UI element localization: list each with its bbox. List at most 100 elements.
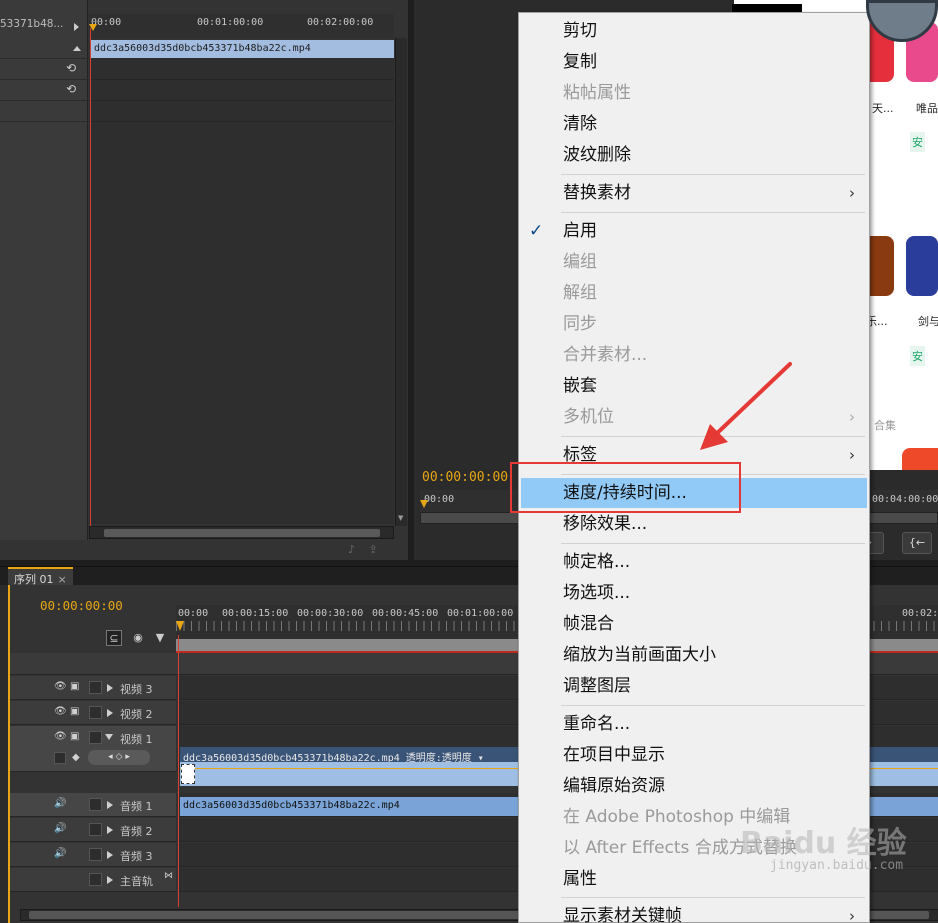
menu-item-label: 启用: [563, 221, 597, 241]
menu-item-label: 解组: [563, 283, 597, 303]
track-header-audio-2[interactable]: 🔊 音频 2: [10, 818, 176, 842]
menu-item-label: 波纹删除: [563, 145, 631, 165]
menu-separator: [561, 174, 865, 175]
eye-icon[interactable]: 👁: [54, 731, 67, 742]
tab-sequence-01[interactable]: 序列 01 ×: [8, 567, 73, 586]
lock-box[interactable]: [89, 731, 102, 744]
menu-item-label: 缩放为当前画面大小: [563, 645, 716, 665]
film-icon[interactable]: ▣: [70, 731, 79, 742]
lock-box[interactable]: [89, 798, 102, 811]
source-row: ⟲: [0, 59, 88, 80]
menu-separator: [561, 705, 865, 706]
menu-item-field-options[interactable]: 场选项...: [521, 578, 867, 608]
eye-icon[interactable]: 👁: [54, 706, 67, 717]
export-icon[interactable]: ⇪: [369, 543, 378, 556]
track-name: 视频 1: [120, 733, 153, 746]
menu-item-group: 编组: [521, 247, 867, 277]
track-name: 音频 3: [120, 850, 153, 863]
audio-note-icon[interactable]: ♪: [348, 543, 355, 556]
expand-arrow-icon[interactable]: [74, 23, 79, 31]
menu-item-enable[interactable]: ✓ 启用: [521, 216, 867, 246]
menu-separator: [561, 897, 865, 898]
expand-arrow-icon[interactable]: [107, 876, 113, 884]
lock-box[interactable]: [89, 873, 102, 886]
source-vertical-scrollbar[interactable]: ▼: [395, 38, 407, 526]
track-header-audio-1[interactable]: 🔊 音频 1: [10, 793, 176, 817]
mark-in-button[interactable]: {←: [902, 532, 932, 554]
menu-item-copy[interactable]: 复制: [521, 47, 867, 77]
menu-item-synchronize: 同步: [521, 309, 867, 339]
menu-item-reveal-in-project[interactable]: 在项目中显示: [521, 740, 867, 770]
film-icon[interactable]: ▣: [70, 706, 79, 717]
track-header-video-2[interactable]: 👁 ▣ 视频 2: [10, 701, 176, 725]
menu-item-ripple-delete[interactable]: 波纹删除: [521, 140, 867, 170]
reset-icon[interactable]: ⟲: [66, 82, 76, 96]
lock-box[interactable]: [89, 681, 102, 694]
menu-item-label: 编辑原始资源: [563, 776, 665, 796]
menu-item-show-clip-keyframes[interactable]: 显示素材关键帧 ›: [521, 901, 867, 923]
app-icon: [906, 236, 938, 296]
program-timecode[interactable]: 00:00:00:00: [422, 470, 508, 485]
speaker-icon[interactable]: 🔊: [54, 823, 66, 834]
keyframe-toggle-icon[interactable]: ◆: [72, 752, 80, 763]
reset-icon[interactable]: ⟲: [66, 61, 76, 75]
menu-item-cut[interactable]: 剪切: [521, 16, 867, 46]
menu-item-frame-hold[interactable]: 帧定格...: [521, 547, 867, 577]
menu-item-clear[interactable]: 清除: [521, 109, 867, 139]
expand-arrow-icon[interactable]: [107, 709, 113, 717]
expand-arrow-icon[interactable]: [107, 851, 113, 859]
submenu-arrow-icon: ›: [849, 184, 855, 202]
expand-arrow-icon[interactable]: [107, 801, 113, 809]
keyframe-nav[interactable]: ◂ ◇ ▸: [88, 750, 150, 765]
ruler-label: 00:00:30:00: [297, 608, 364, 619]
scroll-thumb[interactable]: [104, 529, 380, 537]
marker-icon[interactable]: ▼: [152, 630, 168, 646]
expand-arrow-icon[interactable]: [107, 826, 113, 834]
sequence-timecode[interactable]: 00:00:00:00: [40, 598, 123, 613]
track-header-master[interactable]: 主音轨 ⋈: [10, 868, 176, 892]
menu-item-frame-blend[interactable]: 帧混合: [521, 609, 867, 639]
app-label: 天...: [872, 102, 894, 115]
menu-item-label: 显示素材关键帧: [563, 906, 682, 923]
menu-item-rename[interactable]: 重命名...: [521, 709, 867, 739]
track-header-video-3[interactable]: 👁 ▣ 视频 3: [10, 676, 176, 700]
menu-item-edit-original[interactable]: 编辑原始资源: [521, 771, 867, 801]
display-style-icon[interactable]: [54, 752, 66, 764]
scroll-down-icon[interactable]: ▼: [398, 514, 403, 522]
master-collapse-icon[interactable]: ⋈: [164, 871, 173, 881]
row-divider: [89, 100, 394, 101]
track-header-audio-3[interactable]: 🔊 音频 3: [10, 843, 176, 867]
lock-box[interactable]: [89, 848, 102, 861]
source-time-ruler[interactable]: 00:00 00:01:00:00 00:02:00:00: [89, 14, 394, 38]
source-clip[interactable]: ddc3a56003d35d0bcb453371b48ba22c.mp4: [90, 40, 394, 58]
playhead-icon[interactable]: [420, 500, 428, 508]
track-name: 音频 2: [120, 825, 153, 838]
annotation-arrow-icon: [700, 362, 792, 450]
source-track-headers: 53371b48... ⟲ ⟲: [0, 0, 88, 540]
speaker-icon[interactable]: 🔊: [54, 798, 66, 809]
playhead-icon[interactable]: [176, 621, 184, 631]
menu-item-remove-effects[interactable]: 移除效果...: [521, 509, 867, 539]
menu-item-label: 编组: [563, 252, 597, 272]
collapse-arrow-icon[interactable]: [73, 46, 81, 51]
menu-item-scale-to-frame[interactable]: 缩放为当前画面大小: [521, 640, 867, 670]
expand-arrow-icon[interactable]: [107, 684, 113, 692]
track-name: 音频 1: [120, 800, 153, 813]
film-icon[interactable]: ▣: [70, 681, 79, 692]
app-side-label: 合集: [874, 419, 896, 432]
track-name: 主音轨: [120, 875, 153, 888]
snap-icon[interactable]: ⊆: [106, 630, 122, 646]
source-horizontal-scrollbar[interactable]: [89, 526, 394, 539]
submenu-arrow-icon: ›: [849, 907, 855, 923]
add-marker-icon[interactable]: ◉: [130, 630, 146, 646]
lock-box[interactable]: [89, 706, 102, 719]
menu-item-label: 重命名...: [563, 714, 631, 734]
track-header-video-1[interactable]: 👁 ▣ 视频 1 ◆ ◂ ◇ ▸: [10, 726, 176, 772]
menu-item-replace-footage[interactable]: 替换素材 ›: [521, 178, 867, 208]
collapse-arrow-icon[interactable]: [105, 734, 113, 740]
menu-item-adjustment-layer[interactable]: 调整图层: [521, 671, 867, 701]
lock-box[interactable]: [89, 823, 102, 836]
menu-item-paste-attributes: 粘帖属性: [521, 78, 867, 108]
speaker-icon[interactable]: 🔊: [54, 848, 66, 859]
eye-icon[interactable]: 👁: [54, 681, 67, 692]
